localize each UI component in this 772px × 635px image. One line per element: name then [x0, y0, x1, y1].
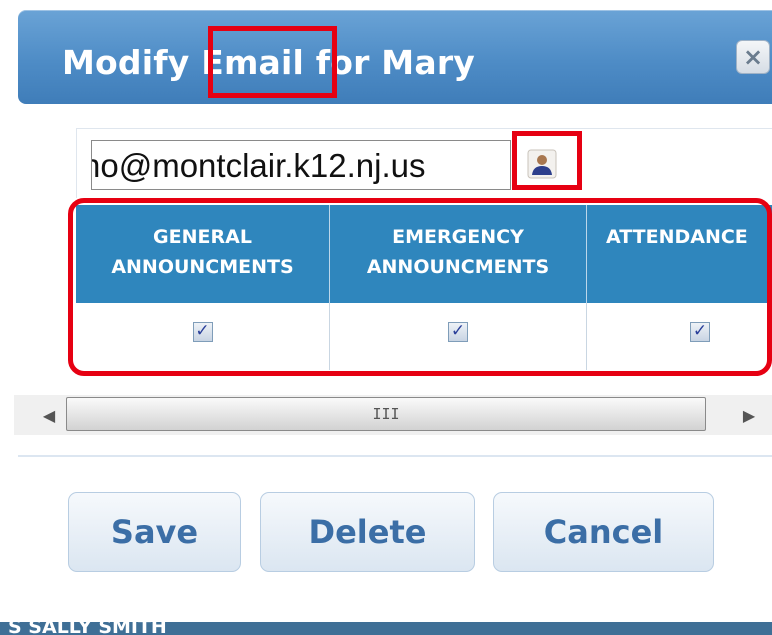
horizontal-scrollbar[interactable]: ◀ III ▶	[14, 395, 772, 435]
delete-button[interactable]: Delete	[260, 492, 475, 572]
background-partial-text: S SALLY SMITH	[8, 622, 167, 635]
email-value: ho@montclair.k12.nj.us	[91, 147, 426, 184]
email-row-border	[76, 128, 772, 129]
dialog-title-prefix: Modify	[62, 43, 202, 82]
annotation-title-highlight	[208, 26, 337, 98]
annotation-preferences-table	[68, 198, 772, 376]
close-icon: ×	[742, 43, 764, 71]
scrollbar-grip-icon: III	[372, 405, 400, 423]
email-field[interactable]: ho@montclair.k12.nj.us	[91, 140, 511, 190]
cancel-button[interactable]: Cancel	[493, 492, 714, 572]
scroll-left-arrow-icon[interactable]: ◀	[34, 395, 64, 435]
save-button[interactable]: Save	[68, 492, 241, 572]
scroll-right-arrow-icon[interactable]: ▶	[734, 395, 764, 435]
close-button[interactable]: ×	[736, 40, 770, 74]
email-row-left-border	[76, 128, 77, 198]
divider	[18, 455, 772, 457]
scrollbar-thumb[interactable]: III	[66, 397, 706, 431]
background-page-strip: S SALLY SMITH	[0, 622, 772, 635]
annotation-contact-icon	[512, 131, 582, 190]
